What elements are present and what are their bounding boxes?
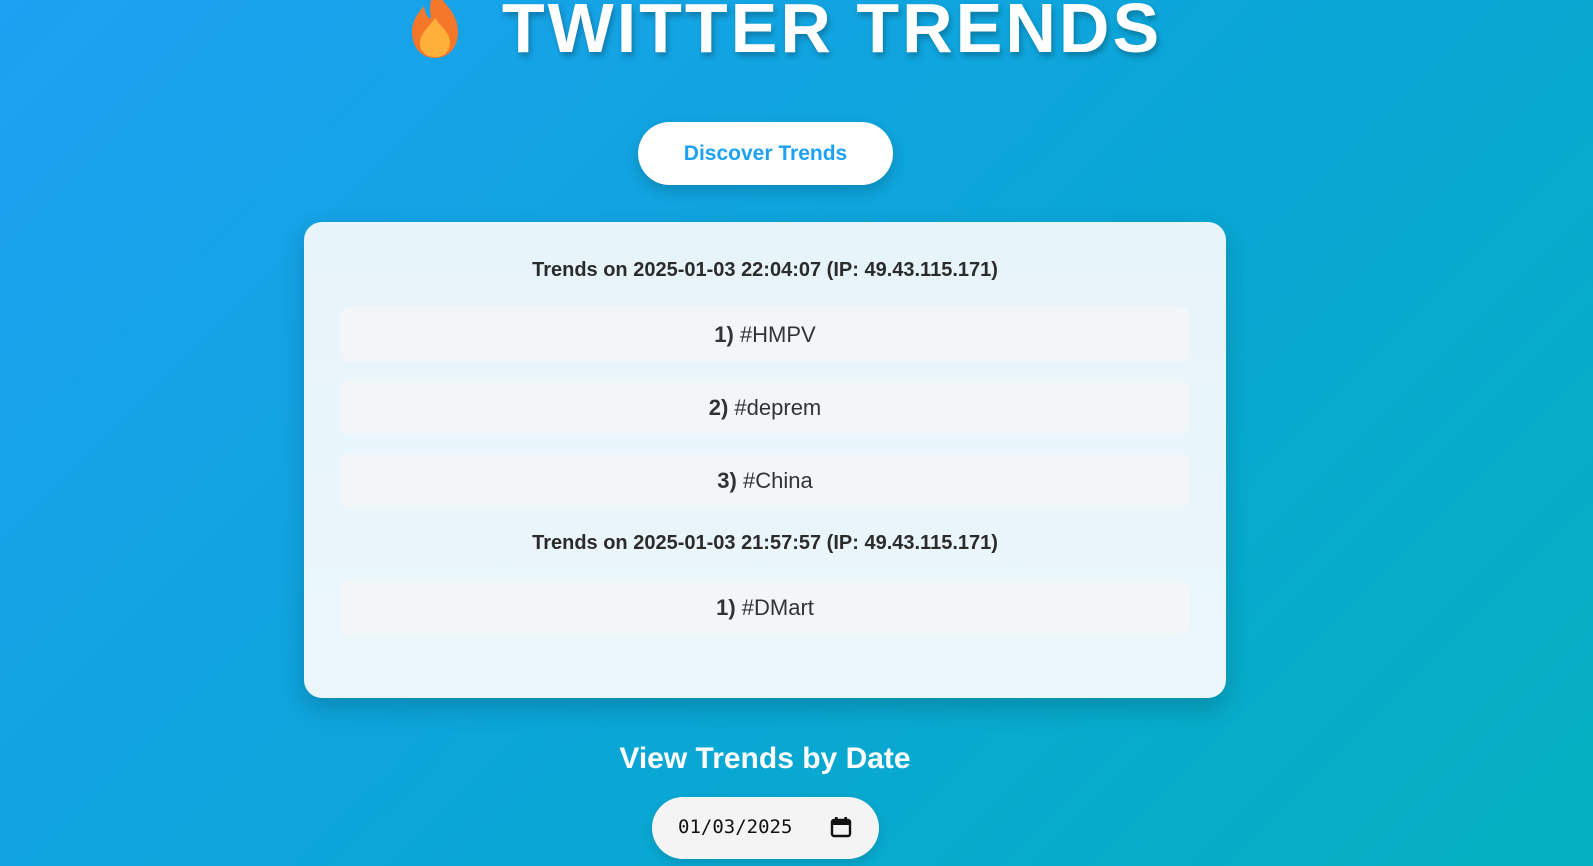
trends-card: Trends on 2025-01-03 22:04:07 (IP: 49.43… (304, 222, 1226, 698)
date-section-heading: View Trends by Date (619, 742, 911, 775)
trend-item: 3) #China (340, 453, 1190, 508)
trend-tag: #HMPV (739, 322, 816, 347)
trend-rank: 1) (714, 322, 734, 347)
date-input-value[interactable]: 01/03/2025 (678, 797, 792, 857)
trend-rank: 2) (708, 395, 729, 420)
trend-tag: #China (742, 468, 813, 493)
date-input[interactable]: 01/03/2025 (652, 797, 879, 859)
trend-item: 2) #deprem (340, 380, 1190, 435)
page-title: TWITTER TRENDS (501, 0, 1163, 67)
trend-rank: 1) (716, 595, 736, 620)
trend-item: 1) #DMart (340, 580, 1190, 635)
trend-item: 1) #HMPV (340, 307, 1190, 362)
page-header: TWITTER TRENDS (0, 0, 1568, 68)
flame-icon (411, 0, 458, 58)
discover-trends-button[interactable]: Discover Trends (638, 122, 893, 185)
trend-rank: 3) (717, 468, 737, 493)
trend-tag: #DMart (741, 595, 814, 620)
calendar-icon[interactable] (830, 816, 852, 838)
trend-group-heading: Trends on 2025-01-03 21:57:57 (IP: 49.43… (532, 532, 998, 554)
trend-tag: #deprem (734, 395, 822, 420)
trend-group-heading: Trends on 2025-01-03 22:04:07 (IP: 49.43… (532, 259, 998, 281)
